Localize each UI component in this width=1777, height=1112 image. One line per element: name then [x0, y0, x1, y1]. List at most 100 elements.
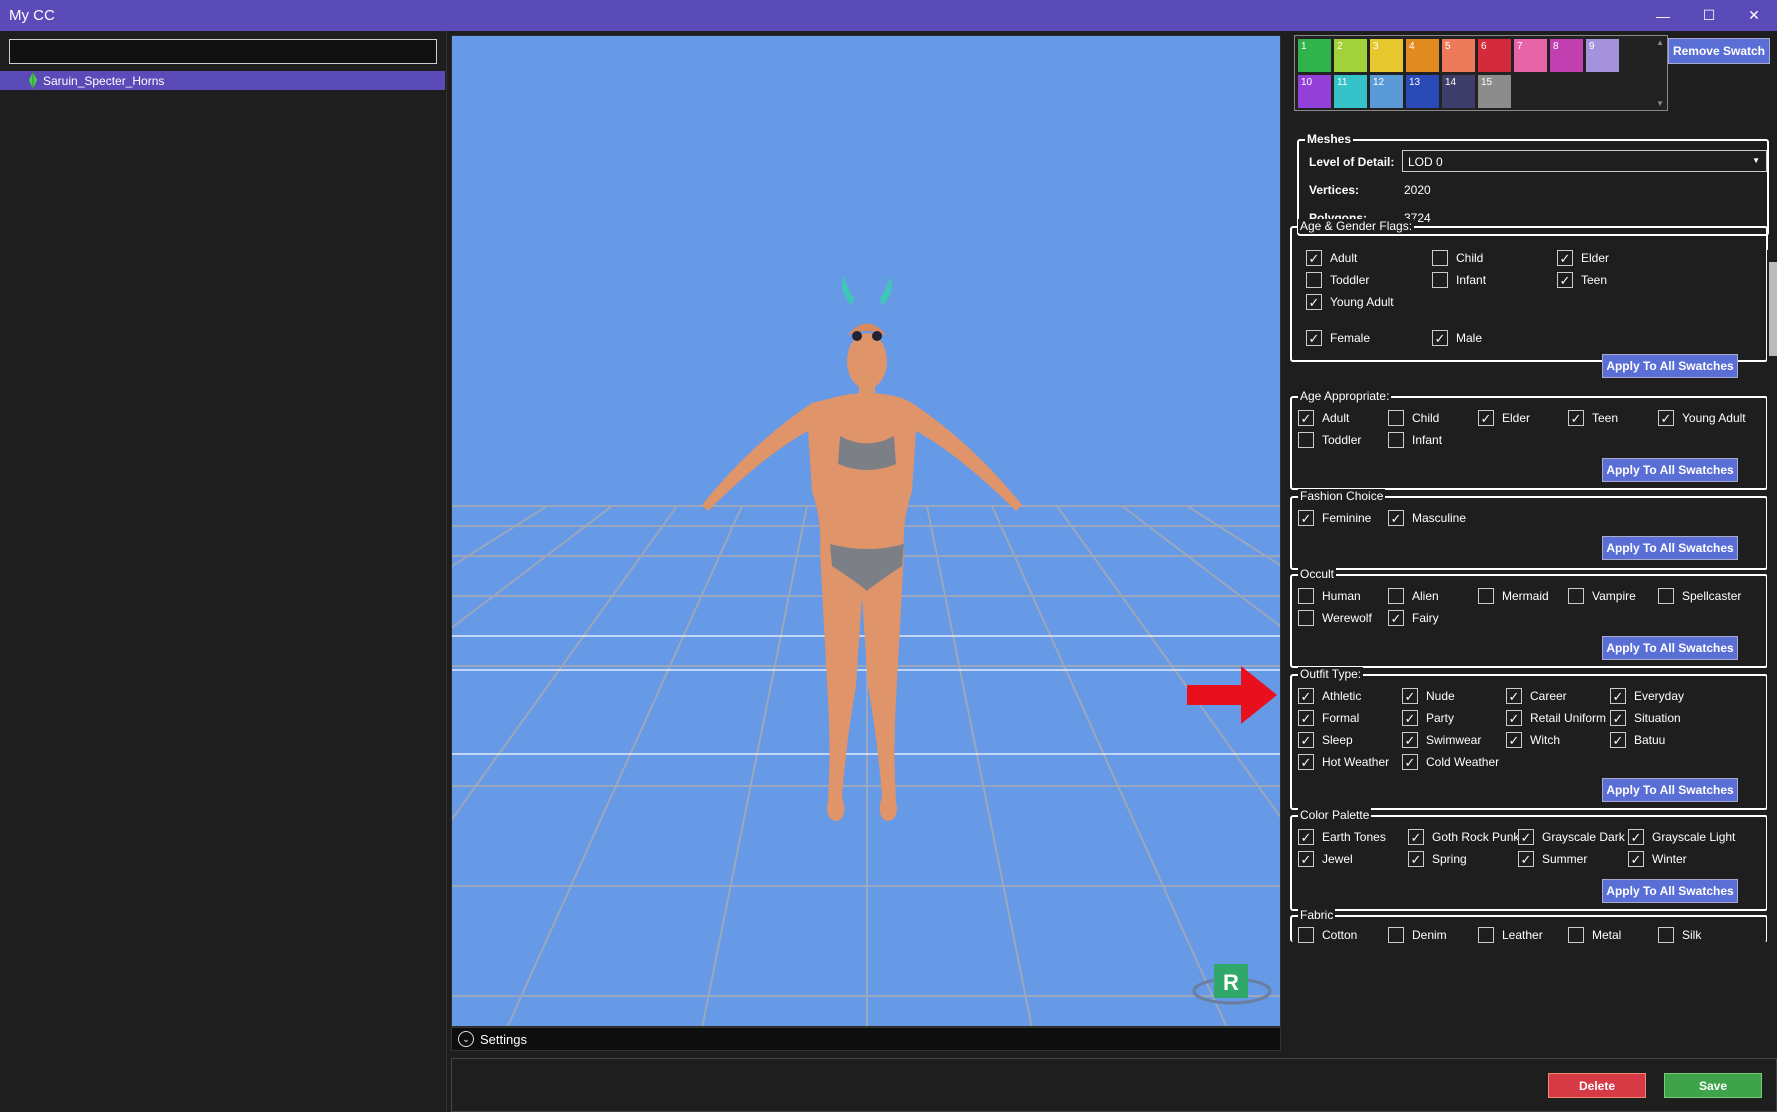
checkbox-batuu[interactable]: ✓ Batuu [1610, 732, 1665, 748]
checkbox-grayscale-light[interactable]: ✓ Grayscale Light [1628, 829, 1735, 845]
swatch-5[interactable]: 5 [1442, 39, 1475, 72]
search-input[interactable] [9, 39, 437, 64]
swatch-1[interactable]: 1 [1298, 39, 1331, 72]
checkbox-jewel[interactable]: ✓ Jewel [1298, 851, 1353, 867]
checkbox-swimwear[interactable]: ✓ Swimwear [1402, 732, 1481, 748]
checkbox-young-adult[interactable]: ✓ Young Adult [1306, 294, 1394, 310]
empty-checkbox-icon[interactable] [1658, 927, 1674, 943]
checkmark-icon[interactable]: ✓ [1506, 710, 1522, 726]
swatch-15[interactable]: 15 [1478, 75, 1511, 108]
checkbox-spring[interactable]: ✓ Spring [1408, 851, 1467, 867]
delete-button[interactable]: Delete [1548, 1073, 1646, 1098]
scroll-up-icon[interactable]: ▲ [1656, 38, 1664, 47]
checkmark-icon[interactable]: ✓ [1298, 829, 1314, 845]
checkbox-toddler[interactable]: Toddler [1298, 432, 1361, 448]
checkmark-icon[interactable]: ✓ [1658, 410, 1674, 426]
checkbox-cold-weather[interactable]: ✓ Cold Weather [1402, 754, 1499, 770]
checkbox-cotton[interactable]: Cotton [1298, 927, 1357, 943]
checkmark-icon[interactable]: ✓ [1402, 732, 1418, 748]
checkbox-elder[interactable]: ✓ Elder [1478, 410, 1530, 426]
checkbox-sleep[interactable]: ✓ Sleep [1298, 732, 1353, 748]
checkmark-icon[interactable]: ✓ [1506, 732, 1522, 748]
checkbox-everyday[interactable]: ✓ Everyday [1610, 688, 1684, 704]
panel-scrollbar-thumb[interactable] [1769, 262, 1777, 356]
checkbox-infant[interactable]: Infant [1388, 432, 1442, 448]
empty-checkbox-icon[interactable] [1568, 927, 1584, 943]
checkmark-icon[interactable]: ✓ [1610, 732, 1626, 748]
empty-checkbox-icon[interactable] [1432, 250, 1448, 266]
checkmark-icon[interactable]: ✓ [1628, 851, 1644, 867]
checkmark-icon[interactable]: ✓ [1306, 294, 1322, 310]
checkmark-icon[interactable]: ✓ [1568, 410, 1584, 426]
checkmark-icon[interactable]: ✓ [1408, 829, 1424, 845]
checkmark-icon[interactable]: ✓ [1306, 330, 1322, 346]
swatch-12[interactable]: 12 [1370, 75, 1403, 108]
checkmark-icon[interactable]: ✓ [1402, 688, 1418, 704]
swatch-2[interactable]: 2 [1334, 39, 1367, 72]
settings-bar[interactable]: ⌄ Settings [451, 1027, 1281, 1051]
swatch-14[interactable]: 14 [1442, 75, 1475, 108]
checkmark-icon[interactable]: ✓ [1306, 250, 1322, 266]
checkmark-icon[interactable]: ✓ [1432, 330, 1448, 346]
checkmark-icon[interactable]: ✓ [1557, 272, 1573, 288]
checkmark-icon[interactable]: ✓ [1628, 829, 1644, 845]
checkbox-metal[interactable]: Metal [1568, 927, 1621, 943]
checkbox-goth-rock-punk[interactable]: ✓ Goth Rock Punk [1408, 829, 1519, 845]
checkbox-fairy[interactable]: ✓ Fairy [1388, 610, 1439, 626]
empty-checkbox-icon[interactable] [1298, 927, 1314, 943]
checkbox-leather[interactable]: Leather [1478, 927, 1543, 943]
checkmark-icon[interactable]: ✓ [1402, 754, 1418, 770]
checkmark-icon[interactable]: ✓ [1557, 250, 1573, 266]
checkbox-vampire[interactable]: Vampire [1568, 588, 1636, 604]
empty-checkbox-icon[interactable] [1388, 410, 1404, 426]
scroll-down-icon[interactable]: ▼ [1656, 99, 1664, 108]
checkbox-party[interactable]: ✓ Party [1402, 710, 1454, 726]
swatch-4[interactable]: 4 [1406, 39, 1439, 72]
checkbox-mermaid[interactable]: Mermaid [1478, 588, 1549, 604]
checkmark-icon[interactable]: ✓ [1610, 688, 1626, 704]
checkbox-teen[interactable]: ✓ Teen [1568, 410, 1618, 426]
swatch-9[interactable]: 9 [1586, 39, 1619, 72]
checkbox-masculine[interactable]: ✓ Masculine [1388, 510, 1466, 526]
chevron-down-icon[interactable]: ⌄ [458, 1031, 474, 1047]
empty-checkbox-icon[interactable] [1306, 272, 1322, 288]
checkbox-retail-uniform[interactable]: ✓ Retail Uniform [1506, 710, 1606, 726]
checkbox-spellcaster[interactable]: Spellcaster [1658, 588, 1741, 604]
checkbox-teen[interactable]: ✓ Teen [1557, 272, 1607, 288]
remove-swatch-button[interactable]: Remove Swatch [1668, 38, 1770, 64]
checkmark-icon[interactable]: ✓ [1388, 510, 1404, 526]
checkbox-werewolf[interactable]: Werewolf [1298, 610, 1372, 626]
checkbox-summer[interactable]: ✓ Summer [1518, 851, 1587, 867]
empty-checkbox-icon[interactable] [1388, 588, 1404, 604]
tree-item-cc-file[interactable]: Saruin_Specter_Horns [0, 71, 445, 90]
panel-scrollbar[interactable] [1767, 250, 1777, 1053]
checkbox-athletic[interactable]: ✓ Athletic [1298, 688, 1361, 704]
checkmark-icon[interactable]: ✓ [1478, 410, 1494, 426]
checkbox-male[interactable]: ✓ Male [1432, 330, 1482, 346]
checkmark-icon[interactable]: ✓ [1298, 754, 1314, 770]
checkbox-silk[interactable]: Silk [1658, 927, 1701, 943]
checkbox-denim[interactable]: Denim [1388, 927, 1447, 943]
checkbox-witch[interactable]: ✓ Witch [1506, 732, 1560, 748]
checkmark-icon[interactable]: ✓ [1298, 732, 1314, 748]
swatch-11[interactable]: 11 [1334, 75, 1367, 108]
checkmark-icon[interactable]: ✓ [1506, 688, 1522, 704]
apply-to-all-swatches-button[interactable]: Apply To All Swatches [1602, 636, 1738, 660]
checkbox-adult[interactable]: ✓ Adult [1306, 250, 1357, 266]
checkbox-human[interactable]: Human [1298, 588, 1361, 604]
checkmark-icon[interactable]: ✓ [1298, 688, 1314, 704]
checkbox-formal[interactable]: ✓ Formal [1298, 710, 1359, 726]
checkmark-icon[interactable]: ✓ [1610, 710, 1626, 726]
checkbox-grayscale-dark[interactable]: ✓ Grayscale Dark [1518, 829, 1625, 845]
swatch-13[interactable]: 13 [1406, 75, 1439, 108]
checkbox-infant[interactable]: Infant [1432, 272, 1486, 288]
3d-preview-viewport[interactable]: R [451, 35, 1281, 1027]
empty-checkbox-icon[interactable] [1388, 927, 1404, 943]
maximize-button[interactable]: ☐ [1686, 0, 1732, 31]
checkmark-icon[interactable]: ✓ [1298, 851, 1314, 867]
checkmark-icon[interactable]: ✓ [1298, 510, 1314, 526]
checkbox-career[interactable]: ✓ Career [1506, 688, 1567, 704]
empty-checkbox-icon[interactable] [1658, 588, 1674, 604]
empty-checkbox-icon[interactable] [1478, 927, 1494, 943]
close-button[interactable]: ✕ [1731, 0, 1777, 31]
